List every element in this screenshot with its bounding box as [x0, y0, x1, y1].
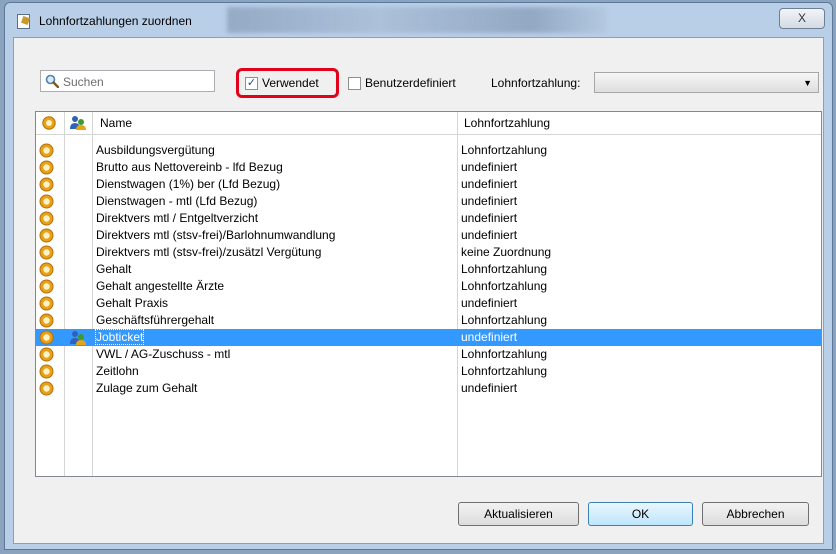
row-name: Geschäftsführergehalt: [96, 313, 215, 327]
coin-icon: [39, 279, 54, 294]
row-lohnfortzahlung: Lohnfortzahlung: [461, 364, 548, 378]
column-header-lohnfortzahlung[interactable]: Lohnfortzahlung: [464, 116, 550, 130]
blurred-background-region: [227, 7, 607, 33]
coin-icon: [39, 245, 54, 260]
coin-icon: [39, 211, 54, 226]
row-name: Direktvers mtl (stsv-frei)/zusätzl Vergü…: [96, 245, 322, 259]
row-lohnfortzahlung: undefiniert: [461, 296, 518, 310]
row-lohnfortzahlung: keine Zuordnung: [461, 245, 552, 259]
verwendet-label[interactable]: Verwendet: [262, 76, 319, 90]
row-lohnfortzahlung: undefiniert: [461, 211, 518, 225]
row-name: Gehalt Praxis: [96, 296, 169, 310]
row-lohnfortzahlung: undefiniert: [461, 330, 518, 344]
title-bar[interactable]: Lohnfortzahlungen zuordnen X: [5, 3, 832, 37]
row-name: Zeitlohn: [96, 364, 139, 378]
row-lohnfortzahlung: Lohnfortzahlung: [461, 262, 548, 276]
ok-button[interactable]: OK: [588, 502, 693, 526]
table-header: Name Lohnfortzahlung: [36, 112, 821, 135]
chevron-down-icon: ▼: [803, 78, 812, 88]
row-name: VWL / AG-Zuschuss - mtl: [96, 347, 231, 361]
search-input[interactable]: Suchen: [40, 70, 215, 92]
table-row[interactable]: Zeitlohn Lohnfortzahlung: [36, 363, 821, 380]
table-row[interactable]: Dienstwagen (1%) ber (Lfd Bezug) undefini…: [36, 176, 821, 193]
coin-icon: [39, 330, 54, 345]
table-row[interactable]: Gehalt Lohnfortzahlung: [36, 261, 821, 278]
row-lohnfortzahlung: undefiniert: [461, 177, 518, 191]
table-row[interactable]: Direktvers mtl (stsv-frei)/zusätzl Vergü…: [36, 244, 821, 261]
coin-icon: [39, 228, 54, 243]
coin-icon: [39, 262, 54, 277]
coin-icon: [39, 160, 54, 175]
dialog-window: Lohnfortzahlungen zuordnen X Suchen ✓ Ve…: [4, 2, 833, 550]
column-header-name[interactable]: Name: [100, 116, 132, 130]
lohnfortzahlung-dropdown[interactable]: ▼: [594, 72, 819, 93]
coin-icon: [39, 194, 54, 209]
row-name: Direktvers mtl (stsv-frei)/Barlohnumwand…: [96, 228, 336, 242]
coin-icon: [39, 296, 54, 311]
table-row[interactable]: Gehalt angestellte Ärzte Lohnfortzahlung: [36, 278, 821, 295]
row-lohnfortzahlung: undefiniert: [461, 160, 518, 174]
coin-icon: [39, 381, 54, 396]
table-row[interactable]: Direktvers mtl (stsv-frei)/Barlohnumwand…: [36, 227, 821, 244]
row-name: Gehalt angestellte Ärzte: [96, 279, 225, 293]
coin-icon[interactable]: [42, 116, 56, 130]
lohnart-list[interactable]: Name Lohnfortzahlung Ausbildungsvergütun…: [35, 111, 822, 477]
table-row[interactable]: Direktvers mtl / Entgeltverzicht undefini…: [36, 210, 821, 227]
row-lohnfortzahlung: Lohnfortzahlung: [461, 313, 548, 327]
window-title: Lohnfortzahlungen zuordnen: [39, 14, 192, 28]
lohnfortzahlung-filter-label: Lohnfortzahlung:: [491, 76, 581, 90]
person-icon[interactable]: [69, 115, 86, 130]
row-lohnfortzahlung: Lohnfortzahlung: [461, 143, 548, 157]
table-row[interactable]: Jobticket undefiniert: [36, 329, 821, 346]
row-name: Gehalt: [96, 262, 132, 276]
close-button[interactable]: X: [779, 8, 825, 29]
row-lohnfortzahlung: undefiniert: [461, 381, 518, 395]
coin-icon: [39, 347, 54, 362]
row-lohnfortzahlung: Lohnfortzahlung: [461, 347, 548, 361]
row-name: Zulage zum Gehalt: [96, 381, 198, 395]
table-row[interactable]: Zulage zum Gehalt undefiniert: [36, 380, 821, 397]
benutzerdefiniert-label[interactable]: Benutzerdefiniert: [365, 76, 456, 90]
row-lohnfortzahlung: undefiniert: [461, 228, 518, 242]
row-name: Dienstwagen (1%) ber (Lfd Bezug): [96, 177, 281, 191]
verwendet-checkbox[interactable]: ✓: [245, 77, 258, 90]
aktualisieren-button[interactable]: Aktualisieren: [458, 502, 579, 526]
row-name: Brutto aus Nettovereinb - lfd Bezug: [96, 160, 283, 174]
person-icon: [70, 331, 86, 345]
coin-icon: [39, 364, 54, 379]
row-name: Direktvers mtl / Entgeltverzicht: [96, 211, 259, 225]
coin-icon: [39, 143, 54, 158]
table-row[interactable]: VWL / AG-Zuschuss - mtl Lohnfortzahlung: [36, 346, 821, 363]
row-lohnfortzahlung: Lohnfortzahlung: [461, 279, 548, 293]
benutzerdefiniert-checkbox[interactable]: [348, 77, 361, 90]
row-name: Jobticket: [94, 329, 145, 345]
abbrechen-button[interactable]: Abbrechen: [702, 502, 809, 526]
table-row[interactable]: Brutto aus Nettovereinb - lfd Bezug undef…: [36, 159, 821, 176]
coin-icon: [39, 177, 54, 192]
dialog-app-icon: [17, 14, 30, 29]
row-name: Dienstwagen - mtl (Lfd Bezug): [96, 194, 258, 208]
table-row[interactable]: Dienstwagen - mtl (Lfd Bezug) undefiniert: [36, 193, 821, 210]
table-row[interactable]: Gehalt Praxis undefiniert: [36, 295, 821, 312]
dialog-content: Suchen ✓ Verwendet Benutzerdefiniert Loh…: [13, 37, 824, 544]
coin-icon: [39, 313, 54, 328]
table-row[interactable]: Geschäftsführergehalt Lohnfortzahlung: [36, 312, 821, 329]
row-lohnfortzahlung: undefiniert: [461, 194, 518, 208]
row-name: Ausbildungsvergütung: [96, 143, 215, 157]
table-body: Ausbildungsvergütung Lohnfortzahlung Brutt…: [36, 142, 821, 397]
table-row[interactable]: Ausbildungsvergütung Lohnfortzahlung: [36, 142, 821, 159]
search-icon: [45, 74, 59, 88]
search-placeholder: Suchen: [63, 75, 104, 89]
